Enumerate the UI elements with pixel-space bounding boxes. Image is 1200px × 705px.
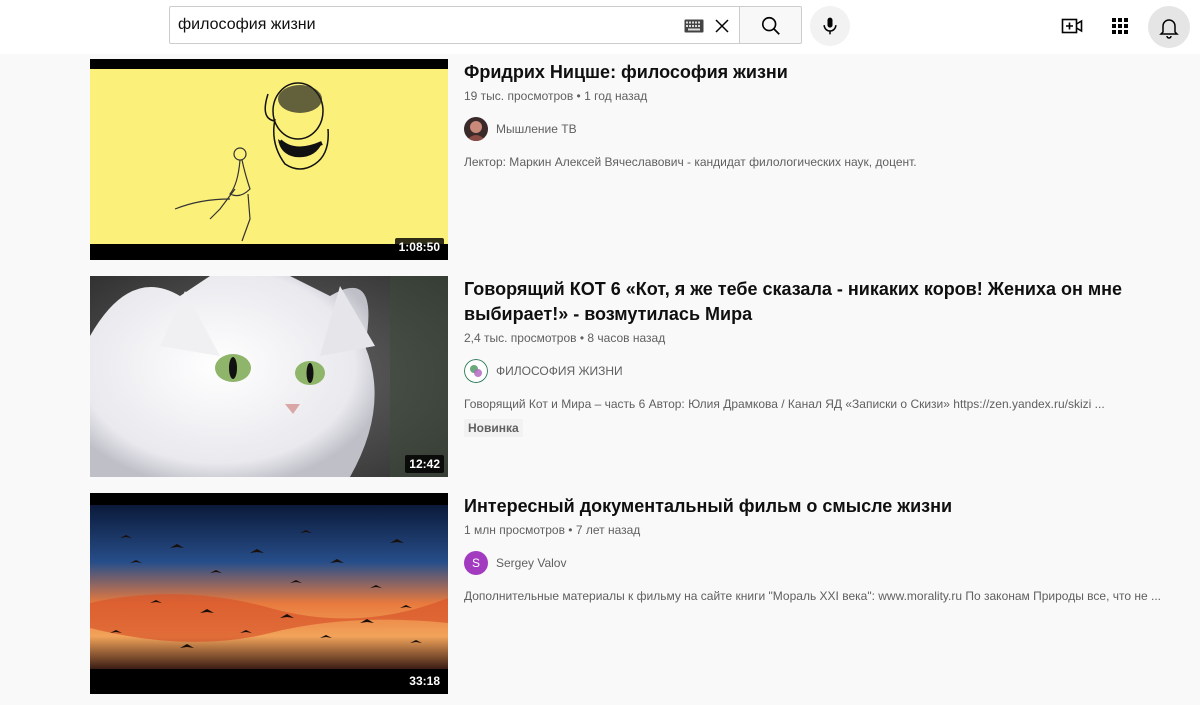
video-title[interactable]: Фридрих Ницше: философия жизни <box>464 59 1174 85</box>
meta-separator: • <box>576 89 581 103</box>
video-duration: 33:18 <box>405 672 444 690</box>
upload-age: 7 лет назад <box>575 523 641 537</box>
close-icon[interactable] <box>712 16 732 36</box>
notifications-button[interactable] <box>1148 6 1190 48</box>
channel-row: Мышление ТВ <box>464 117 1174 141</box>
apps-grid-icon[interactable] <box>1108 14 1132 38</box>
top-header <box>0 0 1200 54</box>
keyboard-icon[interactable] <box>684 19 704 33</box>
video-thumbnail[interactable]: 12:42 <box>90 276 448 477</box>
video-info: Фридрих Ницше: философия жизни 19 тыс. п… <box>464 59 1174 171</box>
meta-separator: • <box>579 331 585 345</box>
search-box[interactable] <box>169 6 739 44</box>
search-icon <box>761 16 780 35</box>
video-description: Говорящий Кот и Мира – часть 6 Автор: Юл… <box>464 397 1105 411</box>
video-thumbnail[interactable]: 1:08:50 <box>90 59 448 260</box>
channel-row: S Sergey Valov <box>464 551 1174 575</box>
video-title[interactable]: Интересный документальный фильм о смысле… <box>464 493 1174 519</box>
bell-icon <box>1159 19 1179 39</box>
create-video-icon[interactable] <box>1060 14 1084 38</box>
video-info: Говорящий КОТ 6 «Кот, я же тебе сказала … <box>464 276 1174 437</box>
view-count: 19 тыс. просмотров <box>464 89 574 103</box>
video-info: Интересный документальный фильм о смысле… <box>464 493 1174 605</box>
view-count: 2,4 тыс. просмотров <box>464 331 577 345</box>
new-badge: Новинка <box>464 419 523 437</box>
avatar-letter: S <box>471 556 480 570</box>
video-thumbnail[interactable]: 33:18 <box>90 493 448 694</box>
video-meta: 2,4 тыс. просмотров • 8 часов назад <box>464 329 1174 347</box>
channel-row: ФИЛОСОФИЯ ЖИЗНИ <box>464 359 1174 383</box>
channel-name[interactable]: Мышление ТВ <box>496 122 577 136</box>
voice-search-button[interactable] <box>810 6 850 46</box>
video-meta: 19 тыс. просмотров • 1 год назад <box>464 87 1174 105</box>
video-duration: 1:08:50 <box>394 238 444 256</box>
channel-avatar[interactable] <box>464 359 488 383</box>
channel-avatar[interactable] <box>464 117 488 141</box>
channel-name[interactable]: Sergey Valov <box>496 556 566 570</box>
upload-age: 1 год назад <box>584 89 648 103</box>
search-input[interactable] <box>178 7 658 43</box>
view-count: 1 млн просмотров <box>464 523 565 537</box>
video-description: Лектор: Маркин Алексей Вячеславович - ка… <box>464 155 917 169</box>
video-description: Дополнительные материалы к фильму на сай… <box>464 589 1162 603</box>
video-title[interactable]: Говорящий КОТ 6 «Кот, я же тебе сказала … <box>464 276 1174 327</box>
search-button[interactable] <box>739 6 802 44</box>
channel-name[interactable]: ФИЛОСОФИЯ ЖИЗНИ <box>496 364 623 378</box>
video-meta: 1 млн просмотров • 7 лет назад <box>464 521 1174 539</box>
meta-separator: • <box>568 523 573 537</box>
video-duration: 12:42 <box>405 455 444 473</box>
mic-icon <box>823 17 837 35</box>
upload-age: 8 часов назад <box>587 331 666 345</box>
channel-avatar[interactable]: S <box>464 551 488 575</box>
